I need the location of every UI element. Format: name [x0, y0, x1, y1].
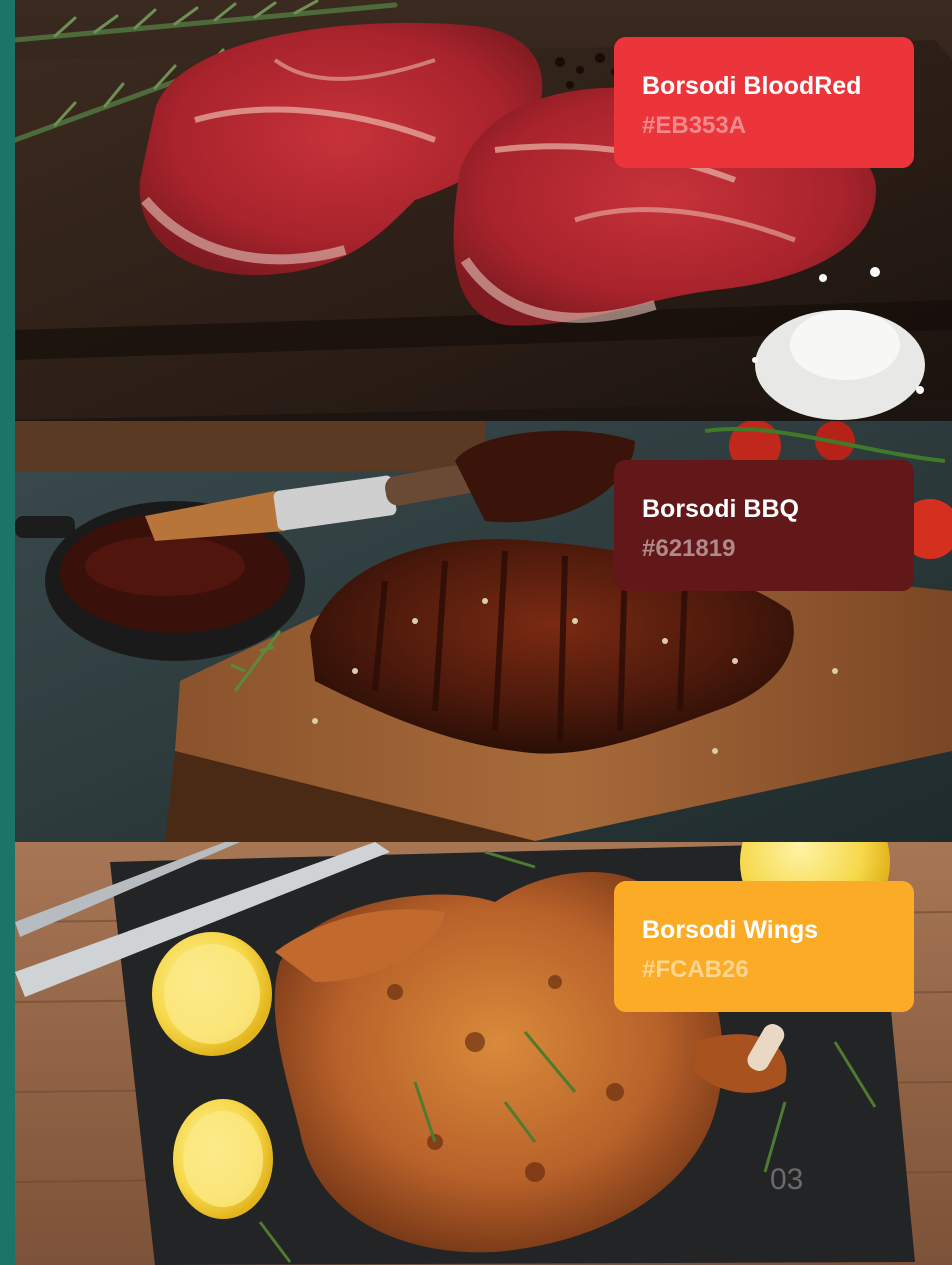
color-swatch-card: Borsodi BBQ #621819	[614, 460, 914, 591]
accent-strip	[0, 0, 15, 1265]
color-hex-code: #FCAB26	[642, 956, 749, 983]
color-swatch-card: Borsodi BloodRed #EB353A	[614, 37, 914, 168]
color-swatch-card: Borsodi Wings #FCAB26	[614, 881, 914, 1012]
bbq-ribs-photo-panel: Borsodi BBQ #621819	[15, 421, 952, 842]
color-name: Borsodi Wings	[642, 916, 819, 944]
roast-chicken-photo-panel: Borsodi Wings #FCAB26	[15, 842, 952, 1265]
steak-photo-panel: Borsodi BloodRed #EB353A	[15, 0, 952, 421]
color-hex-code: #621819	[642, 535, 736, 562]
color-name: Borsodi BloodRed	[642, 72, 862, 100]
color-name: Borsodi BBQ	[642, 495, 799, 523]
color-hex-code: #EB353A	[642, 112, 747, 139]
page-number: 03	[770, 1163, 804, 1196]
